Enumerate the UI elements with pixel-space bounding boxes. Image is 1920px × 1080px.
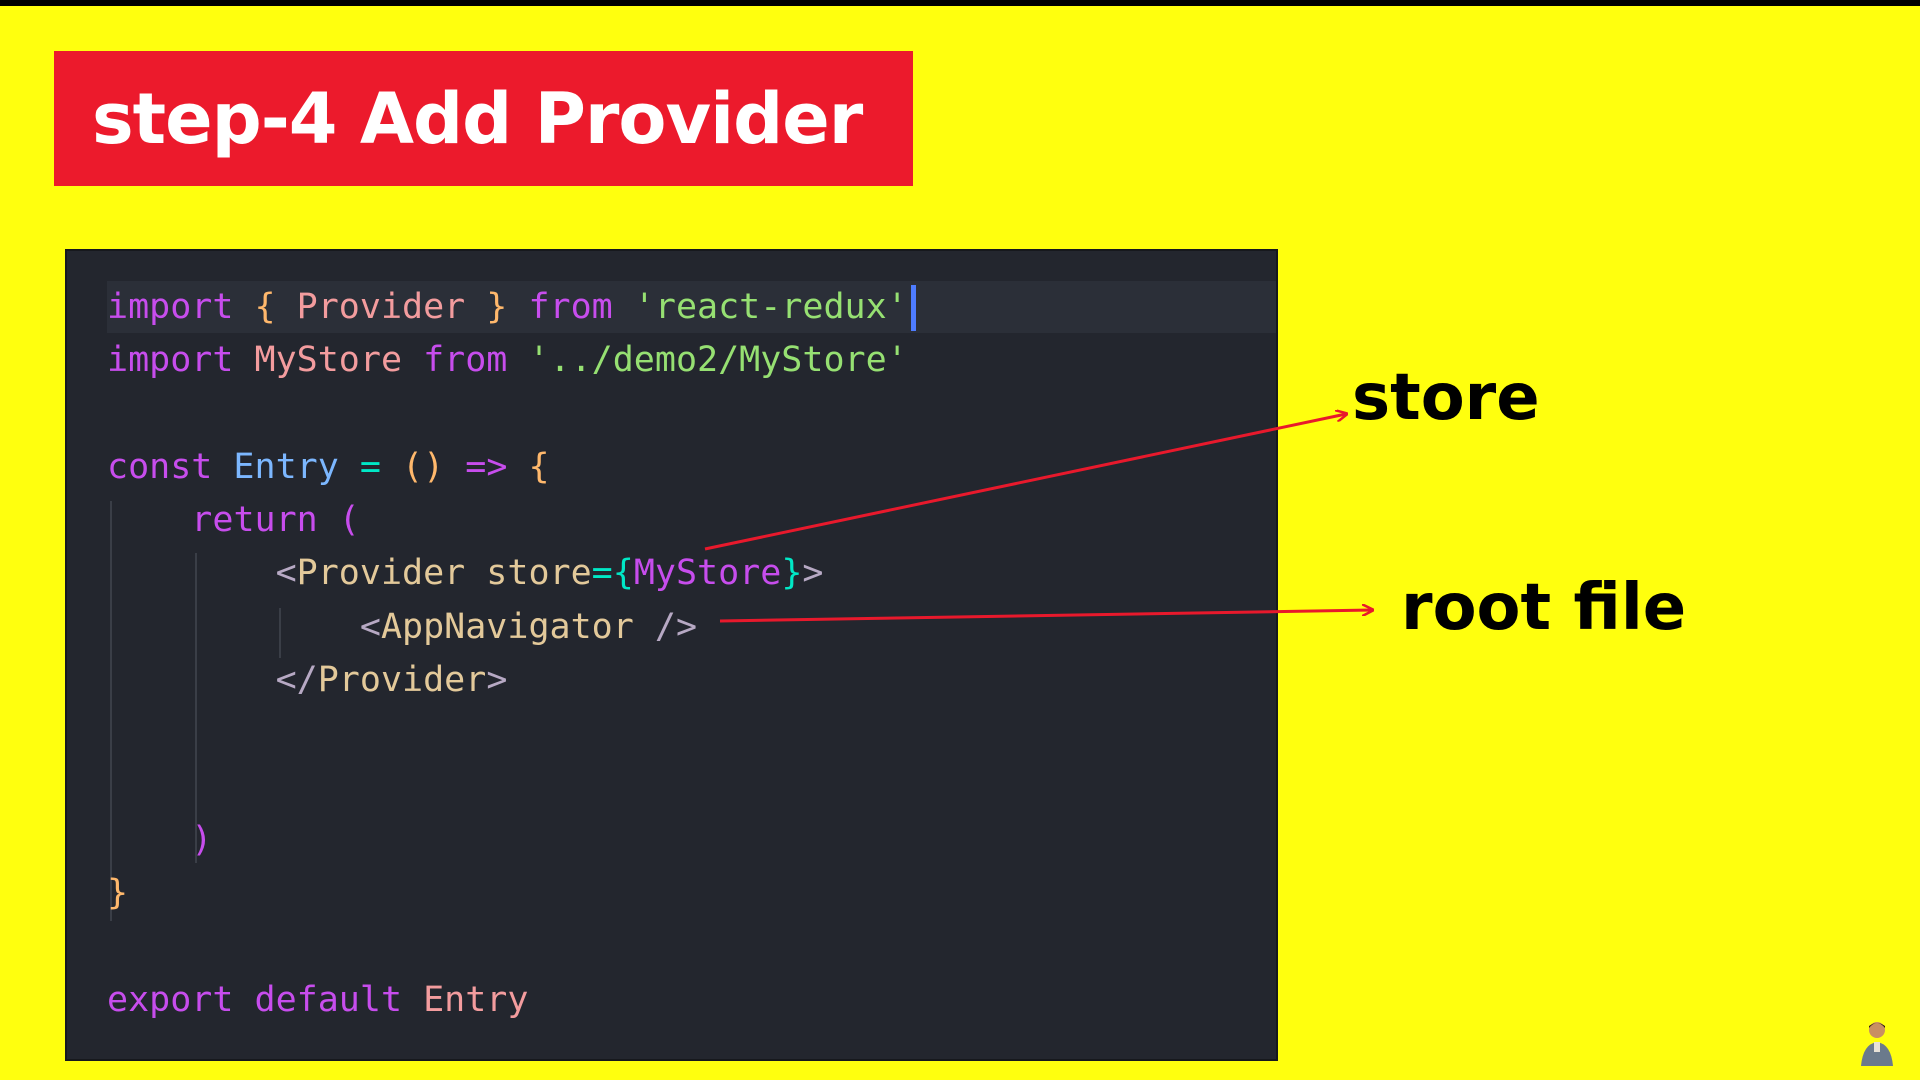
code-line-14: export default Entry (107, 974, 916, 1027)
root-file-label: root file (1401, 571, 1687, 645)
code-line-2: import MyStore from '../demo2/MyStore' (107, 334, 916, 387)
code-token: return (191, 500, 318, 541)
code-token: Provider (296, 287, 466, 327)
code-token: '../demo2/MyStore' (507, 340, 908, 381)
slide-background: step-4 Add Provider import { Provider } … (0, 6, 1920, 1080)
code-line-7: <AppNavigator /> (107, 601, 916, 654)
code-token: default (233, 979, 403, 1020)
slide-title: step-4 Add Provider (92, 77, 863, 160)
code-token: < (359, 606, 381, 647)
code-token: = (591, 553, 613, 594)
code-token: Entry (402, 979, 529, 1020)
code-token: { (507, 446, 550, 487)
person-avatar-icon (1861, 1022, 1893, 1066)
code-token: const (107, 446, 213, 487)
code-token: export (107, 979, 234, 1020)
store-label: store (1352, 361, 1540, 435)
code-token: AppNavigator (380, 606, 634, 647)
code-token: Provider (317, 660, 487, 701)
code-token: => (444, 446, 508, 487)
code-token: from (402, 340, 508, 381)
code-line-4: const Entry = () => { (107, 441, 916, 494)
code-token: 'react-redux' (612, 287, 908, 327)
code-token: ) (191, 819, 213, 860)
code-line-6: <Provider store={MyStore}> (107, 547, 916, 600)
code-token: Provider (296, 553, 466, 594)
code-line-11: ) (107, 814, 916, 867)
code-line-1: import { Provider } from 'react-redux' (107, 281, 916, 334)
code-token: = (338, 446, 381, 487)
code-token: Entry (212, 446, 339, 487)
code-token: } (465, 287, 529, 327)
code-line-5: return ( (107, 494, 916, 547)
code-token: } (107, 873, 129, 914)
text-cursor (910, 285, 916, 331)
code-token: </ (275, 660, 318, 701)
code-token: < (275, 553, 297, 594)
title-banner: step-4 Add Provider (54, 51, 913, 186)
code-token: store (465, 553, 592, 594)
code-token: { (612, 553, 634, 594)
code-token: /> (633, 606, 698, 647)
code-token: } (781, 553, 803, 594)
code-token: { (233, 287, 297, 327)
code-token: > (802, 553, 824, 594)
code-token: > (486, 660, 508, 701)
code-token: MyStore (633, 553, 782, 594)
code-token: import (107, 287, 234, 327)
code-block: import { Provider } from 'react-redux' i… (107, 281, 916, 1027)
code-token: ( (317, 500, 360, 541)
code-token: () (380, 446, 445, 487)
code-line-12: } (107, 867, 916, 920)
code-token: from (528, 287, 613, 327)
code-token: MyStore (233, 340, 403, 381)
code-editor-panel: import { Provider } from 'react-redux' i… (65, 249, 1278, 1061)
code-token: import (107, 340, 234, 381)
code-line-8: </Provider> (107, 654, 916, 707)
